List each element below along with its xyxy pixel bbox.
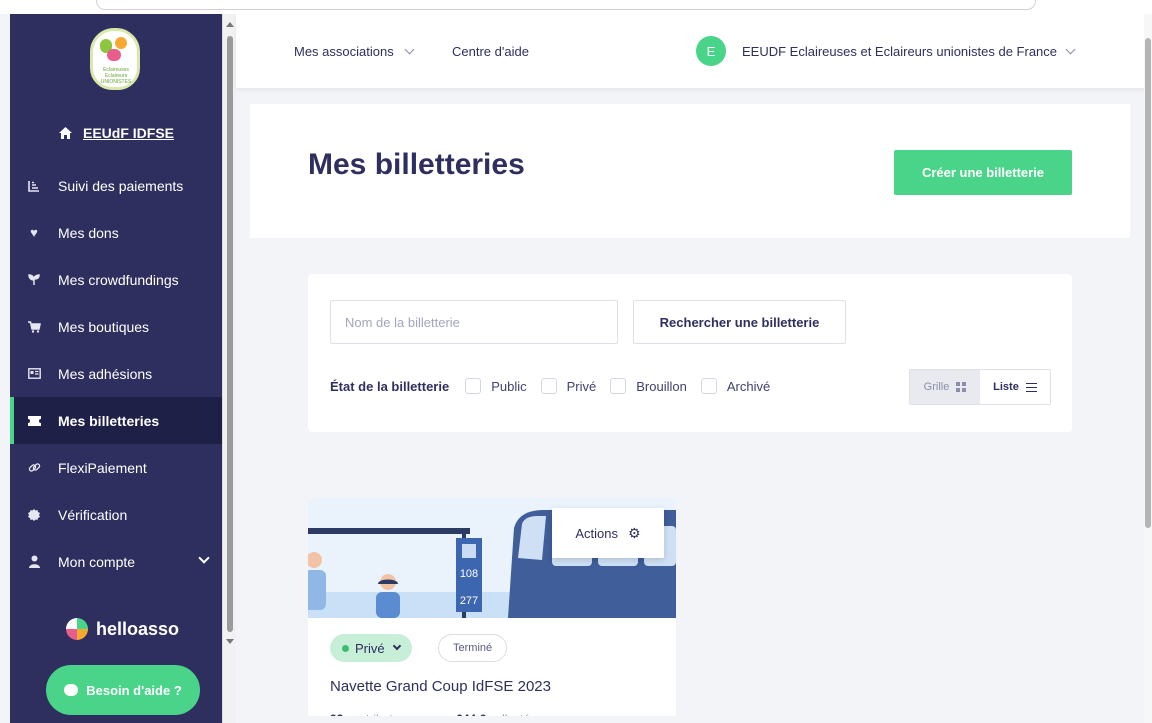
visibility-label: Privé — [355, 640, 385, 656]
sidebar-item-payments[interactable]: Suivi des paiements — [10, 162, 222, 209]
sidebar-item-label: Mes adhésions — [58, 365, 153, 382]
sidebar-item-label: Mes billetteries — [58, 412, 160, 429]
actions-label: Actions — [575, 525, 619, 541]
avatar[interactable]: E — [696, 36, 726, 66]
sidebar-scrollbar[interactable] — [222, 14, 236, 723]
sidebar-item-memberships[interactable]: Mes adhésions — [10, 350, 222, 397]
visibility-dropdown[interactable]: Privé — [330, 634, 412, 662]
address-bar[interactable] — [96, 0, 1036, 10]
checkbox-label: Public — [491, 378, 527, 394]
status-badge: Terminé — [438, 634, 508, 662]
viewport-bottom-edge — [236, 716, 1144, 723]
sidebar-item-label: Mes dons — [58, 224, 119, 241]
view-grid-button[interactable]: Grille — [910, 370, 980, 404]
helloasso-logo: helloasso — [66, 618, 179, 640]
chat-bubble-icon — [64, 684, 79, 696]
cart-icon — [10, 320, 58, 333]
chevron-down-icon — [404, 44, 415, 55]
create-ticketing-button[interactable]: Créer une billetterie — [894, 150, 1072, 195]
ticketing-card[interactable]: 108 277 Actions ⚙ Privé Terminé Navette … — [308, 498, 676, 723]
list-icon — [1025, 382, 1037, 392]
checkbox-label: Brouillon — [636, 378, 687, 394]
sidebar-item-crowdfundings[interactable]: Mes crowdfundings — [10, 256, 222, 303]
ticket-icon — [10, 415, 58, 426]
grid-icon — [956, 382, 967, 392]
actions-button[interactable]: Actions ⚙ — [552, 508, 664, 558]
heart-icon: ♥ — [30, 225, 38, 240]
sidebar-item-verification[interactable]: Vérification — [10, 491, 222, 538]
filter-archived[interactable]: Archivé — [700, 378, 771, 394]
organization-logo: Eclaireuses Eclaireurs UNIONISTES — [90, 28, 140, 90]
card-icon — [10, 368, 58, 379]
checkbox-private[interactable] — [540, 378, 557, 394]
sidebar-item-label: Mes crowdfundings — [58, 271, 179, 288]
sidebar-item-ticketing[interactable]: Mes billetteries — [10, 397, 222, 444]
help-button[interactable]: Besoin d'aide ? — [46, 665, 200, 715]
home-icon — [59, 127, 72, 139]
scroll-down-icon[interactable] — [226, 639, 234, 644]
view-list-label: Liste — [993, 381, 1019, 393]
chevron-down-icon — [392, 641, 401, 651]
checkbox-label: Privé — [566, 378, 597, 394]
sidebar-item-shops[interactable]: Mes boutiques — [10, 303, 222, 350]
sidebar-item-donations[interactable]: ♥ Mes dons — [10, 209, 222, 256]
gear-icon: ⚙ — [628, 524, 641, 541]
link-icon — [10, 461, 58, 474]
sidebar-item-label: FlexiPaiement — [58, 459, 147, 476]
filter-panel: Rechercher une billetterie État de la bi… — [308, 274, 1072, 432]
bus-stop-number: 277 — [460, 595, 478, 607]
user-name: EEUDF Eclaireuses et Eclaireurs unionist… — [742, 44, 1058, 59]
help-button-label: Besoin d'aide ? — [86, 682, 182, 698]
sprout-icon — [10, 273, 58, 286]
ticketing-title[interactable]: Navette Grand Coup IdFSE 2023 — [330, 678, 551, 695]
sidebar-item-label: Suivi des paiements — [58, 177, 184, 194]
sidebar-item-account[interactable]: Mon compte — [10, 538, 222, 585]
page-title: Mes billetteries — [308, 148, 525, 181]
checkbox-public[interactable] — [465, 378, 482, 394]
bus-stop-number: 108 — [460, 568, 478, 580]
page-header: Mes billetteries Créer une billetterie — [250, 104, 1130, 238]
checkbox-label: Archivé — [726, 378, 771, 394]
chevron-down-icon — [1065, 44, 1076, 55]
sidebar-item-label: Vérification — [58, 506, 128, 523]
help-center-link[interactable]: Centre d'aide — [452, 44, 529, 59]
chevron-down-icon — [198, 552, 210, 564]
sidebar-item-label: Mes boutiques — [58, 318, 150, 335]
scrollbar-thumb[interactable] — [1145, 38, 1151, 528]
sidebar-nav: Suivi des paiements ♥ Mes dons Mes crowd… — [10, 162, 222, 585]
chart-icon — [10, 180, 58, 192]
view-grid-label: Grille — [923, 381, 950, 393]
filter-public[interactable]: Public — [465, 378, 527, 394]
topbar: Mes associations Centre d'aide E EEUDF E… — [236, 14, 1146, 88]
filter-private[interactable]: Privé — [540, 378, 597, 394]
main-scrollbar[interactable] — [1144, 14, 1152, 723]
state-filter: État de la billetterie Public Privé Brou… — [330, 378, 784, 394]
sidebar-item-flexipayment[interactable]: FlexiPaiement — [10, 444, 222, 491]
search-input[interactable] — [330, 300, 618, 344]
organization-name: EEUdF IDFSE — [83, 125, 175, 141]
helloasso-icon — [66, 618, 88, 640]
organization-link[interactable]: EEUdF IDFSE — [58, 122, 198, 144]
search-button[interactable]: Rechercher une billetterie — [633, 300, 846, 344]
sidebar-item-label: Mon compte — [58, 553, 136, 570]
checkbox-draft[interactable] — [610, 378, 627, 394]
user-menu[interactable]: EEUDF Eclaireuses et Eclaireurs unionist… — [742, 44, 1076, 59]
scrollbar-thumb[interactable] — [227, 36, 233, 632]
badge-icon — [10, 508, 58, 521]
sidebar: Eclaireuses Eclaireurs UNIONISTES EEUdF … — [10, 14, 222, 723]
associations-label: Mes associations — [294, 44, 394, 59]
checkbox-archived[interactable] — [700, 378, 717, 394]
brand-name: helloasso — [96, 618, 180, 639]
view-toggle: Grille Liste — [909, 369, 1051, 405]
view-list-button[interactable]: Liste — [980, 370, 1050, 404]
browser-strip — [0, 0, 1152, 14]
status-dot — [342, 644, 349, 652]
state-filter-label: État de la billetterie — [330, 378, 450, 394]
filter-draft[interactable]: Brouillon — [610, 378, 687, 394]
scroll-up-icon[interactable] — [226, 22, 234, 27]
user-icon — [10, 555, 58, 568]
associations-menu[interactable]: Mes associations — [294, 44, 415, 59]
